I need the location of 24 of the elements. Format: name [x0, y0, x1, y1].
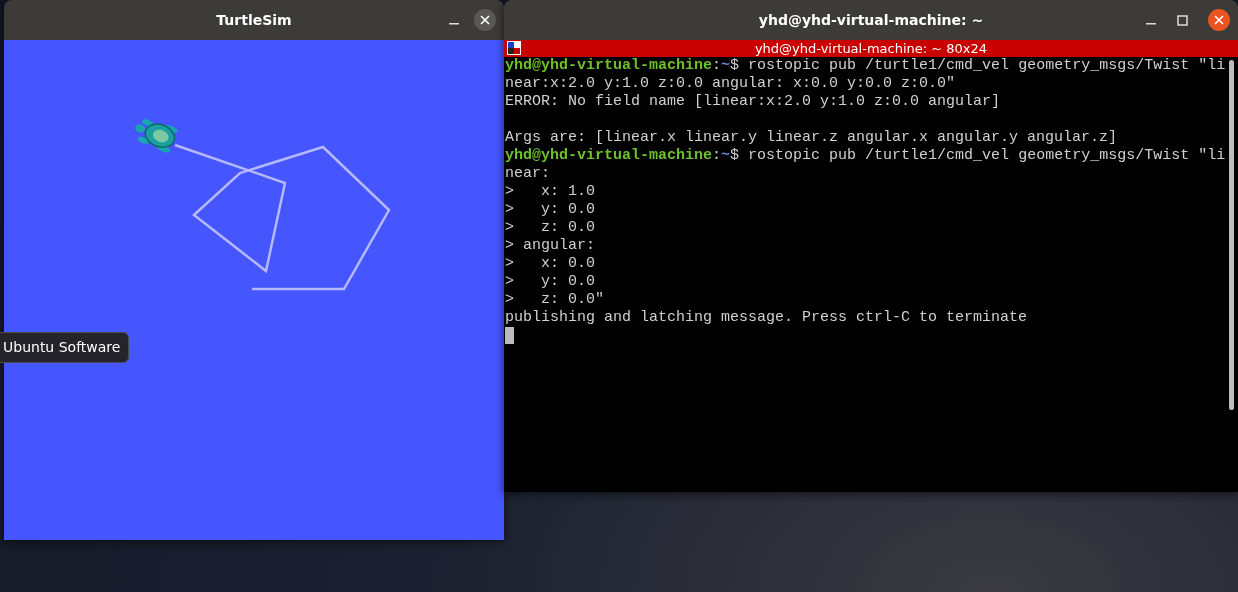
- terminal-line: near:: [505, 165, 551, 183]
- terminal-line: Args are: [linear.x linear.y linear.z angular.x angular.y angular.z]: [505, 129, 1119, 147]
- window-title: yhd@yhd-virtual-machine: ~: [758, 10, 984, 30]
- terminal-line: > y: 0.0: [505, 201, 596, 219]
- terminal-line: > x: 1.0: [505, 183, 596, 201]
- terminal-line: near:x:2.0 y:1.0 z:0.0 angular: x:0.0 y:0.0 z:0.0": [505, 75, 957, 93]
- terminal-line: yhd@yhd-virtual-machine:~$ rostopic pub /turtle1/cmd_vel geometry_msgs/Twist "li: [505, 147, 1226, 165]
- terminal-line: > y: 0.0: [505, 273, 596, 291]
- terminal-line: > angular:: [505, 237, 596, 255]
- scrollbar[interactable]: [1229, 60, 1235, 410]
- terminal-line: > z: 0.0": [505, 291, 606, 309]
- close-button[interactable]: [1208, 9, 1230, 31]
- terminal-line: > x: 0.0: [505, 255, 596, 273]
- window-title: TurtleSim: [216, 10, 292, 30]
- terminal-line: publishing and latching message. Press ctrl-C to terminate: [505, 309, 1029, 327]
- tooltip: Ubuntu Software: [0, 332, 130, 363]
- terminal-line: yhd@yhd-virtual-machine:~$ rostopic pub /turtle1/cmd_vel geometry_msgs/Twist "li: [505, 57, 1226, 75]
- terminal-line: > z: 0.0: [505, 219, 596, 237]
- text-cursor: [505, 327, 514, 344]
- terminal-line: ERROR: No field name [linear:x:2.0 y:1.0 z:0.0 angular]: [505, 93, 1002, 111]
- maximize-button[interactable]: [1177, 14, 1188, 26]
- close-button[interactable]: [474, 9, 496, 31]
- turtle-icon: [135, 119, 178, 153]
- tab-title: yhd@yhd-virtual-machine: ~ 80x24: [754, 40, 988, 57]
